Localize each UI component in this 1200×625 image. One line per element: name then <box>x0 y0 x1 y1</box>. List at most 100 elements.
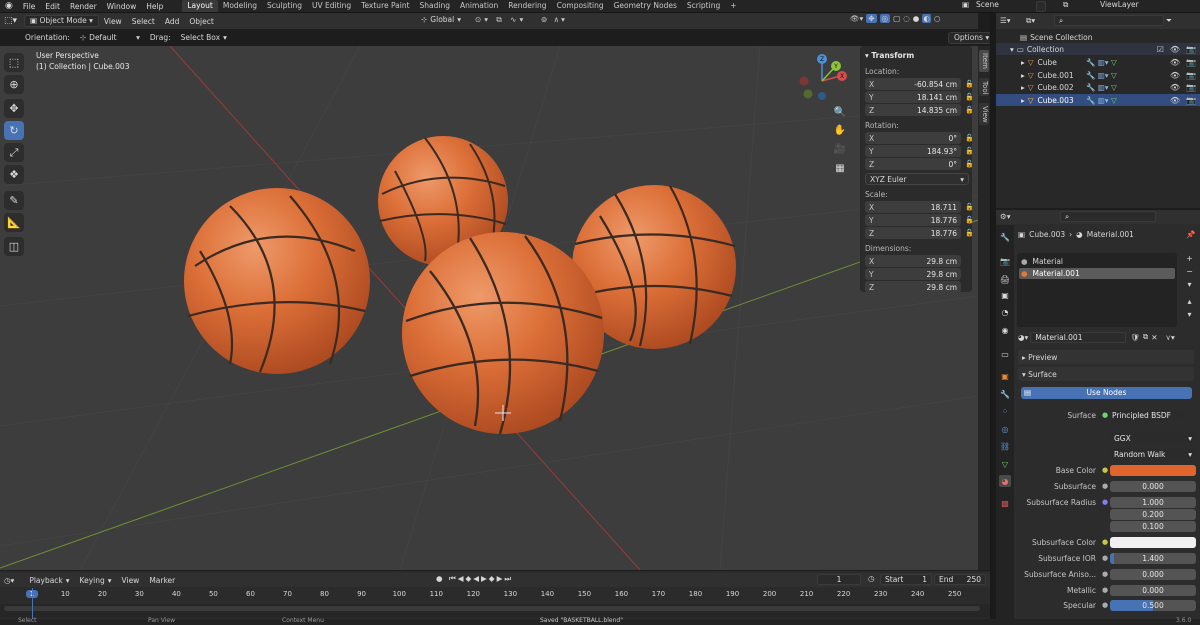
lock-icon[interactable]: 🔓 <box>965 80 974 88</box>
outliner-object-row[interactable]: ▸ ▽ Cube.002 🔧 ▥▾ ▽ 👁 📷 <box>996 81 1200 93</box>
solid-shading-icon[interactable]: ● <box>913 14 920 23</box>
tab-rendering[interactable]: Rendering <box>503 0 551 12</box>
lock-icon[interactable]: 🔓 <box>965 106 974 114</box>
material-slot[interactable]: ● Material <box>1019 255 1175 267</box>
prev-keyframe-icon[interactable]: ◀◆ <box>458 574 474 583</box>
tab-layout[interactable]: Layout <box>182 0 218 12</box>
subsurface-color-swatch[interactable] <box>1110 536 1196 548</box>
dimensions-x-field[interactable]: X 29.8 cm <box>865 255 961 267</box>
eye-icon[interactable]: 👁 <box>1170 58 1180 67</box>
metallic-field[interactable]: 0.000 <box>1110 584 1196 596</box>
tab-texture-paint[interactable]: Texture Paint <box>356 0 414 12</box>
subsurface-anisotropy-field[interactable]: 0.000 <box>1110 568 1196 580</box>
material-slot-selected[interactable]: ● Material.001 <box>1019 268 1175 279</box>
menu-render[interactable]: Render <box>65 2 102 11</box>
outliner-editor-type-icon[interactable]: ☰▾ <box>1000 16 1011 25</box>
rendered-shading-icon[interactable]: ○ <box>934 14 941 23</box>
measure-tool-icon[interactable]: 📐 <box>4 213 24 232</box>
playback-menu[interactable]: Playback ▾ <box>24 576 74 585</box>
move-tool-icon[interactable]: ✥ <box>4 99 24 118</box>
new-scene-button[interactable] <box>1036 1 1046 12</box>
basketball-cube-003[interactable] <box>402 232 604 435</box>
mode-dropdown[interactable]: ▣ Object Mode ▾ <box>24 15 99 27</box>
menu-window[interactable]: Window <box>102 2 142 11</box>
outliner-display-mode-icon[interactable]: ⧉▾ <box>1026 16 1035 26</box>
scale-z-field[interactable]: Z 18.776 🔓 <box>865 227 974 239</box>
lock-icon[interactable]: 🔓 <box>965 216 974 224</box>
tool-properties-icon[interactable]: 🔧 <box>999 231 1011 243</box>
lock-icon[interactable]: 🔓 <box>965 160 974 168</box>
tab-uv-editing[interactable]: UV Editing <box>307 0 356 12</box>
collection-row[interactable]: ▾ ▭ Collection ☑ 👁 📷 <box>996 43 1200 55</box>
timeline-view-menu[interactable]: View <box>117 576 145 585</box>
current-frame-field[interactable]: 1 <box>817 574 861 585</box>
tab-modeling[interactable]: Modeling <box>218 0 262 12</box>
timeline-scrollbar[interactable] <box>4 606 980 611</box>
eye-icon[interactable]: 👁 <box>1170 96 1180 105</box>
overlays-toggle-icon[interactable]: ◎ <box>879 14 891 23</box>
blender-logo-icon[interactable]: ◉ <box>0 1 18 11</box>
tab-geometry-nodes[interactable]: Geometry Nodes <box>609 0 682 12</box>
start-frame-field[interactable]: Start 1 <box>880 574 932 585</box>
surface-panel-header[interactable]: ▾ Surface <box>1018 367 1194 381</box>
drag-dropdown[interactable]: Select Box ▾ <box>176 33 232 42</box>
next-keyframe-icon[interactable]: ◆▶ <box>489 574 505 583</box>
subsurface-radius-x-field[interactable]: 1.000 <box>1110 496 1196 508</box>
properties-search-input[interactable]: ⌕ <box>1060 211 1156 222</box>
camera-icon[interactable]: 📷 <box>1186 71 1196 80</box>
view-layer-properties-icon[interactable]: ▣ <box>999 289 1011 301</box>
menu-add[interactable]: Add <box>160 17 185 26</box>
eye-icon[interactable]: 👁 <box>1170 71 1180 80</box>
camera-icon[interactable]: 📷 <box>1186 83 1196 92</box>
basketball-cube[interactable] <box>184 188 370 374</box>
scale-x-field[interactable]: X 18.711 🔓 <box>865 201 974 213</box>
tab-sculpting[interactable]: Sculpting <box>262 0 307 12</box>
navigation-gizmo[interactable]: Z X Y <box>799 54 848 100</box>
scene-collection-row[interactable]: ▤ Scene Collection <box>996 31 1200 43</box>
camera-icon[interactable]: 📷 <box>1186 45 1196 54</box>
scale-y-field[interactable]: Y 18.776 🔓 <box>865 214 974 226</box>
end-frame-field[interactable]: End 250 <box>934 574 986 585</box>
scene-properties-icon[interactable]: ◔ <box>999 306 1011 318</box>
outliner-object-row[interactable]: ▸ ▽ Cube.001 🔧 ▥▾ ▽ 👁 📷 <box>996 69 1200 81</box>
pan-hand-icon[interactable]: ✋ <box>832 122 848 138</box>
subsurface-radius-y-field[interactable]: 0.200 <box>1110 508 1196 520</box>
remove-slot-icon[interactable]: − <box>1184 265 1195 278</box>
move-up-icon[interactable]: ▴ <box>1184 295 1195 308</box>
outliner-object-row-selected[interactable]: ▸ ▽ Cube.003 🔧 ▥▾ ▽ 👁 📷 <box>996 94 1200 106</box>
preview-panel-header[interactable]: ▸ Preview <box>1018 350 1194 364</box>
surface-shader-field[interactable]: Principled BSDF <box>1110 409 1186 421</box>
lock-icon[interactable]: 🔓 <box>965 203 974 211</box>
distribution-dropdown[interactable]: GGX ▾ <box>1110 432 1196 444</box>
frame-ruler[interactable]: 1102030405060708090100110120130140150160… <box>0 588 990 602</box>
visibility-icon[interactable]: 👁▾ <box>850 14 863 23</box>
3d-viewport[interactable]: Z X Y User Perspective (1) Collection | … <box>0 46 978 570</box>
material-properties-icon[interactable]: ◕ <box>999 475 1011 487</box>
material-shading-icon[interactable]: ◐ <box>922 14 931 23</box>
transform-panel-header[interactable]: ▾ Transform <box>865 50 967 62</box>
cursor-tool-icon[interactable]: ⊕ <box>4 75 24 94</box>
menu-file[interactable]: File <box>18 2 41 11</box>
use-nodes-button[interactable]: ▤ Use Nodes <box>1021 387 1192 399</box>
lock-icon[interactable]: 🔓 <box>965 134 974 142</box>
duplicate-material-icon[interactable]: ⧉ <box>1143 332 1148 342</box>
scale-tool-icon[interactable]: ⤢ <box>4 143 24 162</box>
record-icon[interactable]: ● <box>436 574 445 583</box>
menu-object[interactable]: Object <box>184 17 218 26</box>
transform-tool-icon[interactable]: ❖ <box>4 165 24 184</box>
tab-shading[interactable]: Shading <box>415 0 455 12</box>
xray-toggle-icon[interactable]: ▢ <box>893 14 900 23</box>
marker-menu[interactable]: Marker <box>144 576 180 585</box>
play-reverse-icon[interactable]: ◀ <box>473 574 481 583</box>
zoom-icon[interactable]: 🔍 <box>832 104 848 120</box>
rotation-y-field[interactable]: Y 184.93° 🔓 <box>865 145 974 157</box>
scene-selector[interactable]: Scene <box>976 0 999 9</box>
data-properties-icon[interactable]: ▽ <box>999 458 1011 470</box>
constraints-properties-icon[interactable]: ⛓ <box>999 440 1011 452</box>
gizmo-toggle-icon[interactable]: ✥ <box>866 14 877 23</box>
tab-item[interactable]: Item <box>979 50 989 72</box>
keying-menu[interactable]: Keying ▾ <box>75 576 117 585</box>
menu-edit[interactable]: Edit <box>40 2 65 11</box>
menu-view[interactable]: View <box>99 17 127 26</box>
add-workspace-button[interactable]: + <box>725 0 741 12</box>
